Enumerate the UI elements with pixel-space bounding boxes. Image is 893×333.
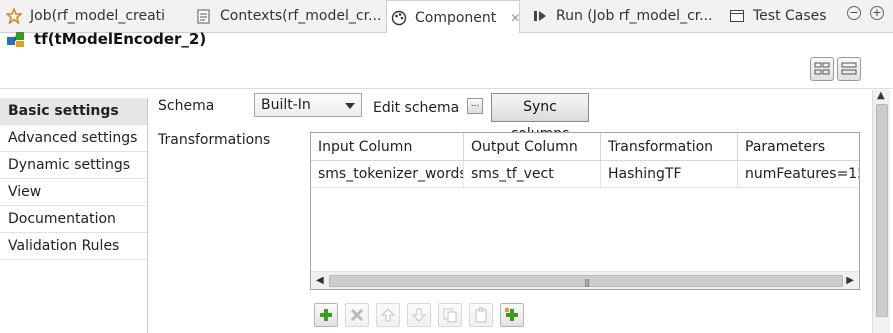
tab-job[interactable]: Job(rf_model_creati (6, 0, 182, 32)
edit-schema-label: Edit schema (373, 100, 460, 116)
add-all-icon (505, 308, 518, 321)
close-icon[interactable]: ✕ (510, 11, 519, 25)
test-cases-icon (729, 8, 745, 24)
job-star-icon (6, 8, 22, 24)
column-header-input[interactable]: Input Column (311, 133, 464, 161)
schema-select-value: Built-In (261, 97, 311, 113)
table-view-button[interactable] (810, 57, 834, 81)
schema-select[interactable]: Built-In (254, 93, 362, 117)
component-palette-icon (391, 10, 407, 26)
add-row-button[interactable] (314, 303, 338, 327)
run-icon (532, 8, 548, 24)
sidebar-item-basic-settings[interactable]: Basic settings (0, 98, 147, 125)
sidebar-item-validation-rules[interactable]: Validation Rules (0, 233, 147, 260)
table-cell-transformation[interactable]: HashingTF (601, 161, 738, 188)
chevron-down-icon (345, 103, 355, 109)
move-down-button[interactable] (407, 303, 431, 327)
scrollbar-thumb[interactable]: ||| (329, 275, 843, 287)
table-view-icon (814, 62, 830, 75)
model-encoder-icon (6, 29, 28, 49)
sidebar-item-documentation[interactable]: Documentation (0, 206, 147, 233)
copy-button[interactable] (438, 303, 462, 327)
move-up-button[interactable] (376, 303, 400, 327)
schema-label: Schema (158, 98, 215, 114)
tab-run[interactable]: Run (Job rf_model_cr... (532, 0, 722, 32)
transformations-table: Input Column Output Column Transformatio… (310, 132, 860, 290)
minimize-icon[interactable]: − (847, 6, 861, 20)
contexts-icon (196, 8, 212, 24)
form-view-button[interactable] (837, 57, 861, 81)
delete-icon (350, 308, 364, 322)
table-cell-output[interactable]: sms_tf_vect (464, 161, 601, 188)
maximize-icon[interactable]: + (870, 6, 884, 20)
table-row[interactable]: sms_tokenizer_words sms_tf_vect HashingT… (311, 161, 859, 188)
column-header-transformation[interactable]: Transformation (601, 133, 738, 161)
horizontal-scrollbar[interactable]: ◀ ||| ▶ (311, 271, 859, 289)
table-cell-parameters[interactable]: numFeatures=15 (738, 161, 859, 188)
scroll-left-icon[interactable]: ◀ (316, 275, 324, 286)
plus-icon (320, 309, 332, 321)
page-title: tf(tModelEncoder_2) (34, 30, 207, 48)
tab-label: Run (Job rf_model_cr... (556, 8, 713, 24)
table-cell-input[interactable]: sms_tokenizer_words (311, 161, 464, 188)
tab-test-cases[interactable]: Test Cases (729, 0, 839, 32)
copy-icon (443, 308, 457, 323)
vertical-scrollbar[interactable]: ▲ (872, 90, 890, 333)
sidebar-item-view[interactable]: View (0, 179, 147, 206)
scrollbar-grip-icon: ||| (584, 278, 590, 287)
transformations-label: Transformations (158, 132, 271, 148)
tab-component[interactable]: Component ✕ (386, 0, 520, 34)
arrow-down-icon (411, 308, 427, 322)
component-title: tf(tModelEncoder_2) (6, 29, 206, 49)
arrow-up-icon (380, 308, 396, 322)
scrollbar-thumb[interactable] (876, 104, 888, 317)
paste-button[interactable] (469, 303, 493, 327)
column-header-parameters[interactable]: Parameters (738, 133, 859, 161)
edit-schema-button[interactable]: ... (467, 98, 483, 114)
form-view-icon (841, 62, 857, 75)
add-all-button[interactable] (500, 303, 524, 327)
scroll-up-icon[interactable]: ▲ (877, 90, 885, 101)
scroll-right-icon[interactable]: ▶ (846, 275, 854, 286)
tab-label: Job(rf_model_creati (30, 8, 166, 24)
tab-label: Test Cases (753, 8, 827, 24)
sync-columns-button[interactable]: Sync columns (491, 93, 589, 142)
tab-contexts[interactable]: Contexts(rf_model_cr... (196, 0, 380, 32)
tab-label: Contexts(rf_model_cr... (220, 8, 380, 24)
sidebar-item-dynamic-settings[interactable]: Dynamic settings (0, 152, 147, 179)
sidebar-item-advanced-settings[interactable]: Advanced settings (0, 125, 147, 152)
column-header-output[interactable]: Output Column (464, 133, 601, 161)
paste-icon (475, 307, 487, 323)
table-header: Input Column Output Column Transformatio… (311, 133, 859, 161)
remove-row-button[interactable] (345, 303, 369, 327)
settings-sidebar: Basic settings Advanced settings Dynamic… (0, 98, 148, 333)
tab-label: Component (415, 9, 497, 26)
